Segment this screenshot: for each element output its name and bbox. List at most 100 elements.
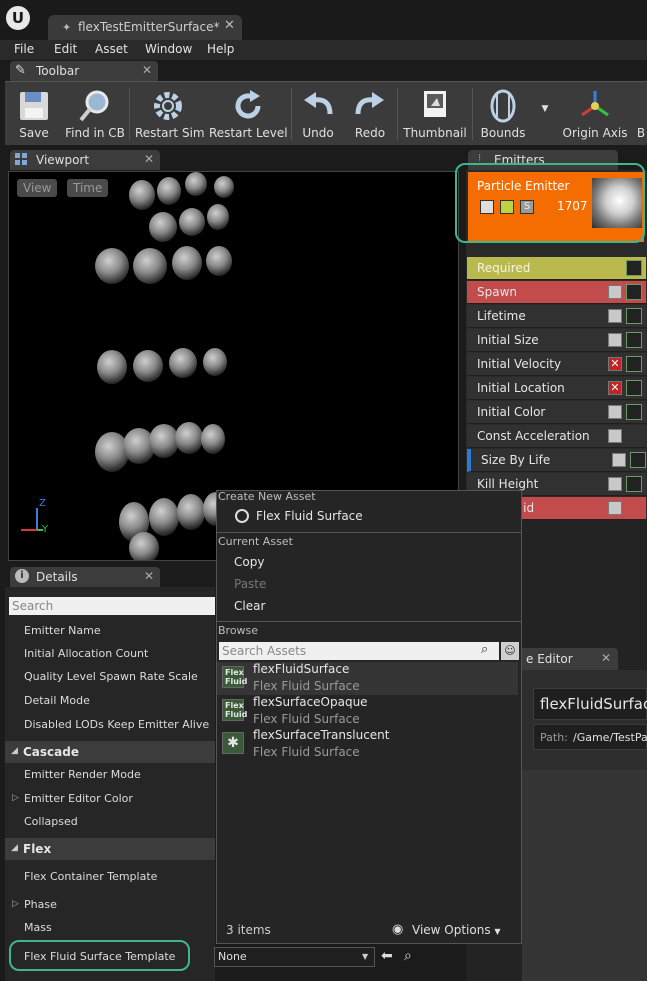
info-icon: i (15, 569, 29, 583)
create-flex-fluid-surface-item[interactable]: Flex Fluid Surface (256, 509, 363, 523)
view-button[interactable]: View (17, 179, 58, 197)
module-enable-checkbox[interactable] (608, 309, 622, 323)
particle (133, 248, 167, 284)
paste-item[interactable]: Paste (234, 577, 266, 591)
module-row[interactable]: Initial Size (467, 329, 646, 352)
asset-row[interactable]: Flex Fluid flexFluidSurface Flex Fluid S… (217, 662, 518, 695)
origin-axis-button[interactable]: Origin Axis (561, 82, 629, 144)
toolbar-tab[interactable]: ✎ Toolbar ✕ (10, 61, 158, 81)
module-enable-checkbox[interactable] (608, 285, 622, 299)
menu-file[interactable]: File (14, 42, 34, 56)
bounds-dropdown-button[interactable]: ▼ (533, 82, 557, 144)
asset-picker-combo[interactable]: None ▼ (214, 947, 375, 967)
close-icon[interactable]: ✕ (224, 18, 235, 33)
details-tab[interactable]: i Details ✕ (10, 567, 160, 587)
view-options-button[interactable]: View Options ▼ (412, 923, 501, 937)
particle (175, 422, 203, 454)
restart-level-button[interactable]: Restart Level (209, 82, 288, 144)
use-selected-asset-icon[interactable]: ⬅ (381, 948, 393, 964)
module-row[interactable]: Lifetime (467, 305, 646, 328)
viewport-icon (15, 153, 27, 165)
close-icon[interactable]: ✕ (601, 651, 611, 665)
module-enable-checkbox[interactable] (608, 405, 622, 419)
asset-name: flexFluidSurface (253, 662, 350, 676)
curve-editor-icon[interactable] (626, 380, 642, 396)
curve-editor-icon[interactable] (626, 356, 642, 372)
module-row[interactable]: Const Acceleration (467, 425, 646, 448)
curve-editor-icon[interactable] (626, 332, 642, 348)
save-button[interactable]: Save (9, 82, 59, 144)
particle (129, 532, 159, 560)
module-enable-checkbox[interactable] (608, 333, 622, 347)
module-label: Initial Color (477, 405, 546, 419)
document-tab[interactable]: ✦ flexTestEmitterSurface* ✕ (48, 15, 242, 40)
clear-item[interactable]: Clear (234, 599, 265, 613)
module-label: Kill Height (477, 477, 539, 491)
curve-editor-icon[interactable] (626, 404, 642, 420)
thumbnail-label: Thumbnail (403, 126, 467, 140)
curve-editor-icon[interactable] (626, 476, 642, 492)
module-enable-checkbox[interactable] (608, 429, 622, 443)
asset-count: 3 items (226, 923, 271, 937)
module-enable-checkbox[interactable]: ✕ (608, 381, 622, 395)
find-in-cb-button[interactable]: Find in CB (64, 82, 126, 144)
browse-asset-icon[interactable]: ⌕ (404, 948, 412, 964)
module-row[interactable]: Required (467, 257, 646, 280)
expand-arrow-icon[interactable]: ▷ (12, 793, 19, 803)
particle (149, 212, 177, 242)
menu-help[interactable]: Help (207, 42, 234, 56)
prop-quality-level-spawn-rate-scale: Quality Level Spawn Rate Scale (24, 670, 198, 683)
restart-sim-button[interactable]: Restart Sim (135, 82, 205, 144)
expand-arrow-icon[interactable]: ▷ (12, 899, 19, 909)
translucent-thumbnail-icon: ✱ (222, 732, 244, 754)
menu-edit[interactable]: Edit (54, 42, 77, 56)
user-filter-icon[interactable]: ☺ (501, 642, 519, 660)
module-enable-checkbox[interactable] (608, 477, 622, 491)
curve-editor-icon[interactable] (630, 452, 646, 468)
module-row[interactable]: Size By Life (467, 449, 646, 472)
flex-fluid-thumbnail-icon: Flex Fluid (222, 699, 247, 721)
particle (157, 177, 181, 205)
material-editor-tab-label: e Editor (526, 652, 573, 666)
undo-button[interactable]: Undo (297, 82, 339, 144)
search-assets-input[interactable]: Search Assets ⌕ (219, 642, 499, 660)
menu-asset[interactable]: Asset (95, 42, 128, 56)
bounds-button[interactable]: Bounds (477, 82, 529, 144)
close-icon[interactable]: ✕ (144, 569, 154, 583)
copy-item[interactable]: Copy (234, 555, 264, 569)
particle (97, 350, 127, 384)
category-cascade[interactable]: ◢ Cascade (5, 741, 215, 763)
module-row[interactable]: Spawn (467, 281, 646, 304)
module-label: Const Acceleration (477, 429, 590, 443)
module-enable-checkbox[interactable] (612, 453, 626, 467)
emitter-highlight-outline (455, 163, 645, 243)
view-options-label: View Options (412, 923, 491, 937)
time-button[interactable]: Time (67, 179, 109, 197)
asset-row[interactable]: ✱ flexSurfaceTranslucent Flex Fluid Surf… (217, 728, 518, 761)
module-enable-checkbox[interactable]: ✕ (608, 357, 622, 371)
curve-editor-icon[interactable] (626, 260, 642, 276)
module-row[interactable]: Initial Velocity ✕ (467, 353, 646, 376)
curve-editor-icon[interactable] (626, 284, 642, 300)
curve-editor-icon[interactable] (626, 308, 642, 324)
material-path-label: Path: (540, 731, 568, 744)
category-flex[interactable]: ◢ Flex (5, 838, 215, 860)
asset-row[interactable]: Flex Fluid flexSurfaceOpaque Flex Fluid … (217, 695, 518, 728)
asset-picker-value: None (218, 950, 247, 963)
unreal-logo-icon: U (6, 6, 30, 30)
background-color-button[interactable]: B (635, 82, 647, 144)
material-graph-canvas[interactable] (522, 770, 647, 981)
details-search-input[interactable]: Search (9, 597, 215, 615)
menu-window[interactable]: Window (145, 42, 192, 56)
redo-button[interactable]: Redo (349, 82, 391, 144)
gear-icon (154, 92, 182, 120)
viewport-tab[interactable]: Viewport ✕ (10, 150, 160, 170)
close-icon[interactable]: ✕ (142, 63, 152, 77)
module-row[interactable]: Initial Color (467, 401, 646, 424)
search-icon: ⌕ (481, 642, 489, 657)
asset-name: flexSurfaceTranslucent (253, 728, 390, 742)
module-row[interactable]: Initial Location ✕ (467, 377, 646, 400)
module-enable-checkbox[interactable] (608, 501, 622, 515)
thumbnail-button[interactable]: Thumbnail (403, 82, 467, 144)
close-icon[interactable]: ✕ (144, 152, 154, 166)
